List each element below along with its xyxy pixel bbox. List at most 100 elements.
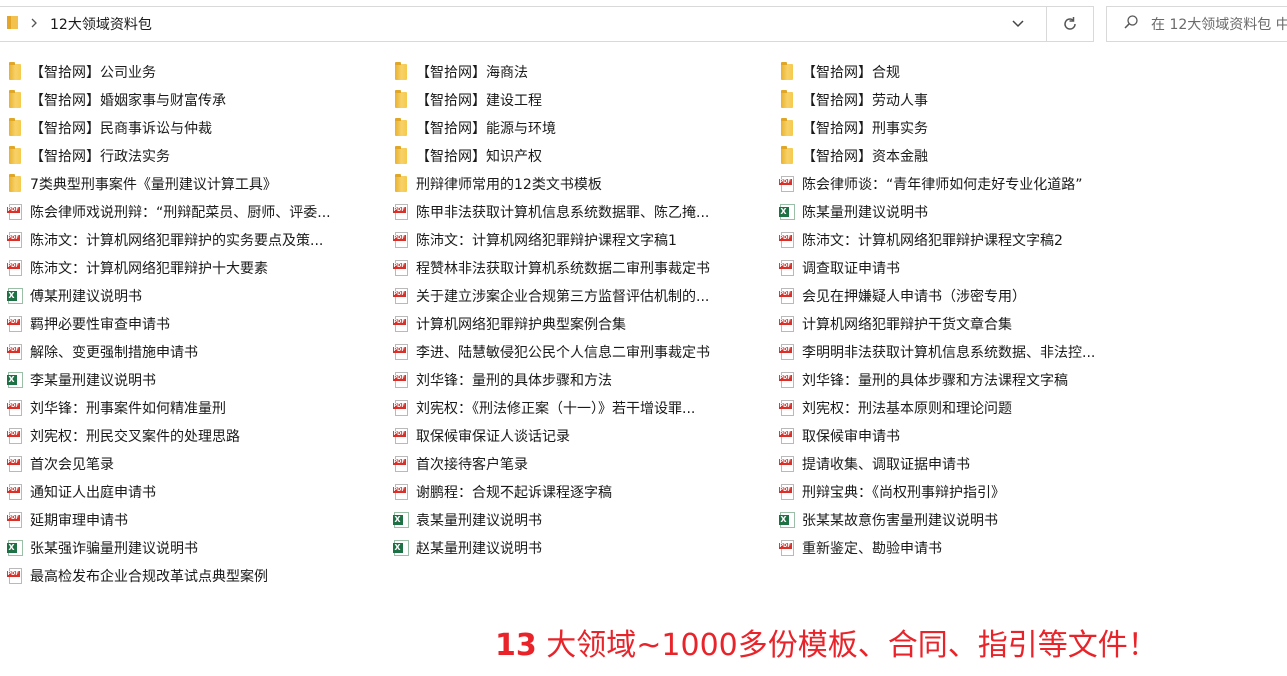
file-item[interactable]: 谢鹏程：合规不起诉课程逐字稿 xyxy=(392,478,612,506)
file-item[interactable]: 张某强诈骗量刑建议说明书 xyxy=(6,534,198,562)
file-item[interactable]: 陈甲非法获取计算机信息系统数据罪、陈乙掩... xyxy=(392,198,709,226)
file-item[interactable]: 通知证人出庭申请书 xyxy=(6,478,156,506)
item-label: 刘宪权：《刑法修正案（十一）》若干增设罪... xyxy=(416,401,696,417)
pdf-file-icon xyxy=(778,259,796,277)
file-item[interactable]: 重新鉴定、勘验申请书 xyxy=(778,534,942,562)
address-path[interactable]: 12大领域资料包 xyxy=(50,14,152,34)
pdf-file-icon xyxy=(392,231,410,249)
file-item[interactable]: 李明明非法获取计算机信息系统数据、非法控... xyxy=(778,338,1095,366)
chevron-down-icon[interactable] xyxy=(997,7,1039,41)
pdf-file-icon xyxy=(392,455,410,473)
item-label: 【智拾网】婚姻家事与财富传承 xyxy=(30,93,226,109)
folder-item[interactable]: 【智拾网】公司业务 xyxy=(6,58,156,86)
file-item[interactable]: 首次会见笔录 xyxy=(6,450,114,478)
pdf-file-icon xyxy=(778,287,796,305)
folder-icon xyxy=(778,90,796,109)
item-label: 调查取证申请书 xyxy=(802,261,900,277)
chevron-right-icon[interactable] xyxy=(30,17,38,31)
folder-icon xyxy=(778,146,796,165)
file-item[interactable]: 首次接待客户笔录 xyxy=(392,450,528,478)
folder-item[interactable]: 【智拾网】民商事诉讼与仲裁 xyxy=(6,114,212,142)
folder-item[interactable]: 【智拾网】劳动人事 xyxy=(778,86,928,114)
excel-file-icon xyxy=(6,539,24,557)
pdf-file-icon xyxy=(778,539,796,557)
pdf-file-icon xyxy=(778,483,796,501)
pdf-file-icon xyxy=(6,203,24,221)
file-item[interactable]: 张某某故意伤害量刑建议说明书 xyxy=(778,506,998,534)
excel-file-icon xyxy=(778,511,796,529)
file-item[interactable]: 取保候审保证人谈话记录 xyxy=(392,422,570,450)
file-item[interactable]: 最高检发布企业合规改革试点典型案例 xyxy=(6,562,268,590)
folder-item[interactable]: 【智拾网】知识产权 xyxy=(392,142,542,170)
file-item[interactable]: 傅某刑建议说明书 xyxy=(6,282,142,310)
item-label: 羁押必要性审查申请书 xyxy=(30,317,170,333)
folder-icon xyxy=(6,14,20,34)
file-item[interactable]: 刘华锋：刑事案件如何精准量刑 xyxy=(6,394,226,422)
pdf-file-icon xyxy=(778,175,796,193)
file-item[interactable]: 羁押必要性审查申请书 xyxy=(6,310,170,338)
item-label: 李某量刑建议说明书 xyxy=(30,373,156,389)
folder-item[interactable]: 【智拾网】资本金融 xyxy=(778,142,928,170)
item-label: 重新鉴定、勘验申请书 xyxy=(802,541,942,557)
file-item[interactable]: 陈会律师谈：“青年律师如何走好专业化道路” xyxy=(778,170,1083,198)
pdf-file-icon xyxy=(6,511,24,529)
file-item[interactable]: 陈沛文：计算机网络犯罪辩护课程文字稿1 xyxy=(392,226,677,254)
pdf-file-icon xyxy=(778,427,796,445)
file-item[interactable]: 会见在押嫌疑人申请书（涉密专用） xyxy=(778,282,1026,310)
item-label: 【智拾网】行政法实务 xyxy=(30,149,170,165)
file-item[interactable]: 李进、陆慧敏侵犯公民个人信息二审刑事裁定书 xyxy=(392,338,710,366)
folder-item[interactable]: 【智拾网】行政法实务 xyxy=(6,142,170,170)
item-label: 【智拾网】劳动人事 xyxy=(802,93,928,109)
address-bar[interactable]: 12大领域资料包 xyxy=(0,6,1094,42)
file-item[interactable]: 陈会律师戏说刑辩：“刑辩配菜员、厨师、评委... xyxy=(6,198,331,226)
item-label: 张某某故意伤害量刑建议说明书 xyxy=(802,513,998,529)
folder-item[interactable]: 【智拾网】刑事实务 xyxy=(778,114,928,142)
item-label: 7类典型刑事案件《量刑建议计算工具》 xyxy=(30,177,277,193)
file-item[interactable]: 计算机网络犯罪辩护典型案例合集 xyxy=(392,310,626,338)
file-item[interactable]: 陈沛文：计算机网络犯罪辩护的实务要点及策... xyxy=(6,226,323,254)
file-item[interactable]: 关于建立涉案企业合规第三方监督评估机制的... xyxy=(392,282,709,310)
folder-icon xyxy=(392,174,410,193)
file-item[interactable]: 刑辩宝典：《尚权刑事辩护指引》 xyxy=(778,478,1005,506)
file-item[interactable]: 赵某量刑建议说明书 xyxy=(392,534,542,562)
file-item[interactable]: 李某量刑建议说明书 xyxy=(6,366,156,394)
file-item[interactable]: 陈某量刑建议说明书 xyxy=(778,198,928,226)
file-item[interactable]: 延期审理申请书 xyxy=(6,506,128,534)
item-label: 【智拾网】资本金融 xyxy=(802,149,928,165)
item-label: 李进、陆慧敏侵犯公民个人信息二审刑事裁定书 xyxy=(416,345,710,361)
file-item[interactable]: 刘华锋：量刑的具体步骤和方法课程文字稿 xyxy=(778,366,1068,394)
pdf-file-icon xyxy=(392,203,410,221)
file-item[interactable]: 程赞林非法获取计算机系统数据二审刑事裁定书 xyxy=(392,254,710,282)
file-item[interactable]: 计算机网络犯罪辩护干货文章合集 xyxy=(778,310,1012,338)
file-item[interactable]: 刘华锋：量刑的具体步骤和方法 xyxy=(392,366,612,394)
item-label: 最高检发布企业合规改革试点典型案例 xyxy=(30,569,268,585)
folder-item[interactable]: 7类典型刑事案件《量刑建议计算工具》 xyxy=(6,170,277,198)
search-input[interactable]: 在 12大领域资料包 中搜索 xyxy=(1151,14,1287,34)
file-item[interactable]: 提请收集、调取证据申请书 xyxy=(778,450,970,478)
item-label: 刘华锋：量刑的具体步骤和方法课程文字稿 xyxy=(802,373,1068,389)
pdf-file-icon xyxy=(392,371,410,389)
file-item[interactable]: 解除、变更强制措施申请书 xyxy=(6,338,198,366)
search-box[interactable]: 在 12大领域资料包 中搜索 xyxy=(1106,6,1287,42)
file-item[interactable]: 取保候审申请书 xyxy=(778,422,900,450)
folder-item[interactable]: 【智拾网】能源与环境 xyxy=(392,114,556,142)
file-item[interactable]: 调查取证申请书 xyxy=(778,254,900,282)
file-item[interactable]: 刘宪权：刑民交叉案件的处理思路 xyxy=(6,422,240,450)
file-item[interactable]: 袁某量刑建议说明书 xyxy=(392,506,542,534)
refresh-icon[interactable] xyxy=(1047,7,1093,41)
item-label: 赵某量刑建议说明书 xyxy=(416,541,542,557)
folder-item[interactable]: 【智拾网】合规 xyxy=(778,58,900,86)
folder-item[interactable]: 【智拾网】建设工程 xyxy=(392,86,542,114)
file-item[interactable]: 刘宪权：《刑法修正案（十一）》若干增设罪... xyxy=(392,394,695,422)
item-label: 陈甲非法获取计算机信息系统数据罪、陈乙掩... xyxy=(416,205,710,221)
file-item[interactable]: 陈沛文：计算机网络犯罪辩护十大要素 xyxy=(6,254,268,282)
file-item[interactable]: 刘宪权：刑法基本原则和理论问题 xyxy=(778,394,1012,422)
search-icon xyxy=(1123,14,1139,34)
folder-icon xyxy=(392,118,410,137)
pdf-file-icon xyxy=(778,315,796,333)
folder-item[interactable]: 刑辩律师常用的12类文书模板 xyxy=(392,170,602,198)
folder-item[interactable]: 【智拾网】婚姻家事与财富传承 xyxy=(6,86,226,114)
folder-item[interactable]: 【智拾网】海商法 xyxy=(392,58,528,86)
file-item[interactable]: 陈沛文：计算机网络犯罪辩护课程文字稿2 xyxy=(778,226,1063,254)
item-label: 刘华锋：量刑的具体步骤和方法 xyxy=(416,373,612,389)
